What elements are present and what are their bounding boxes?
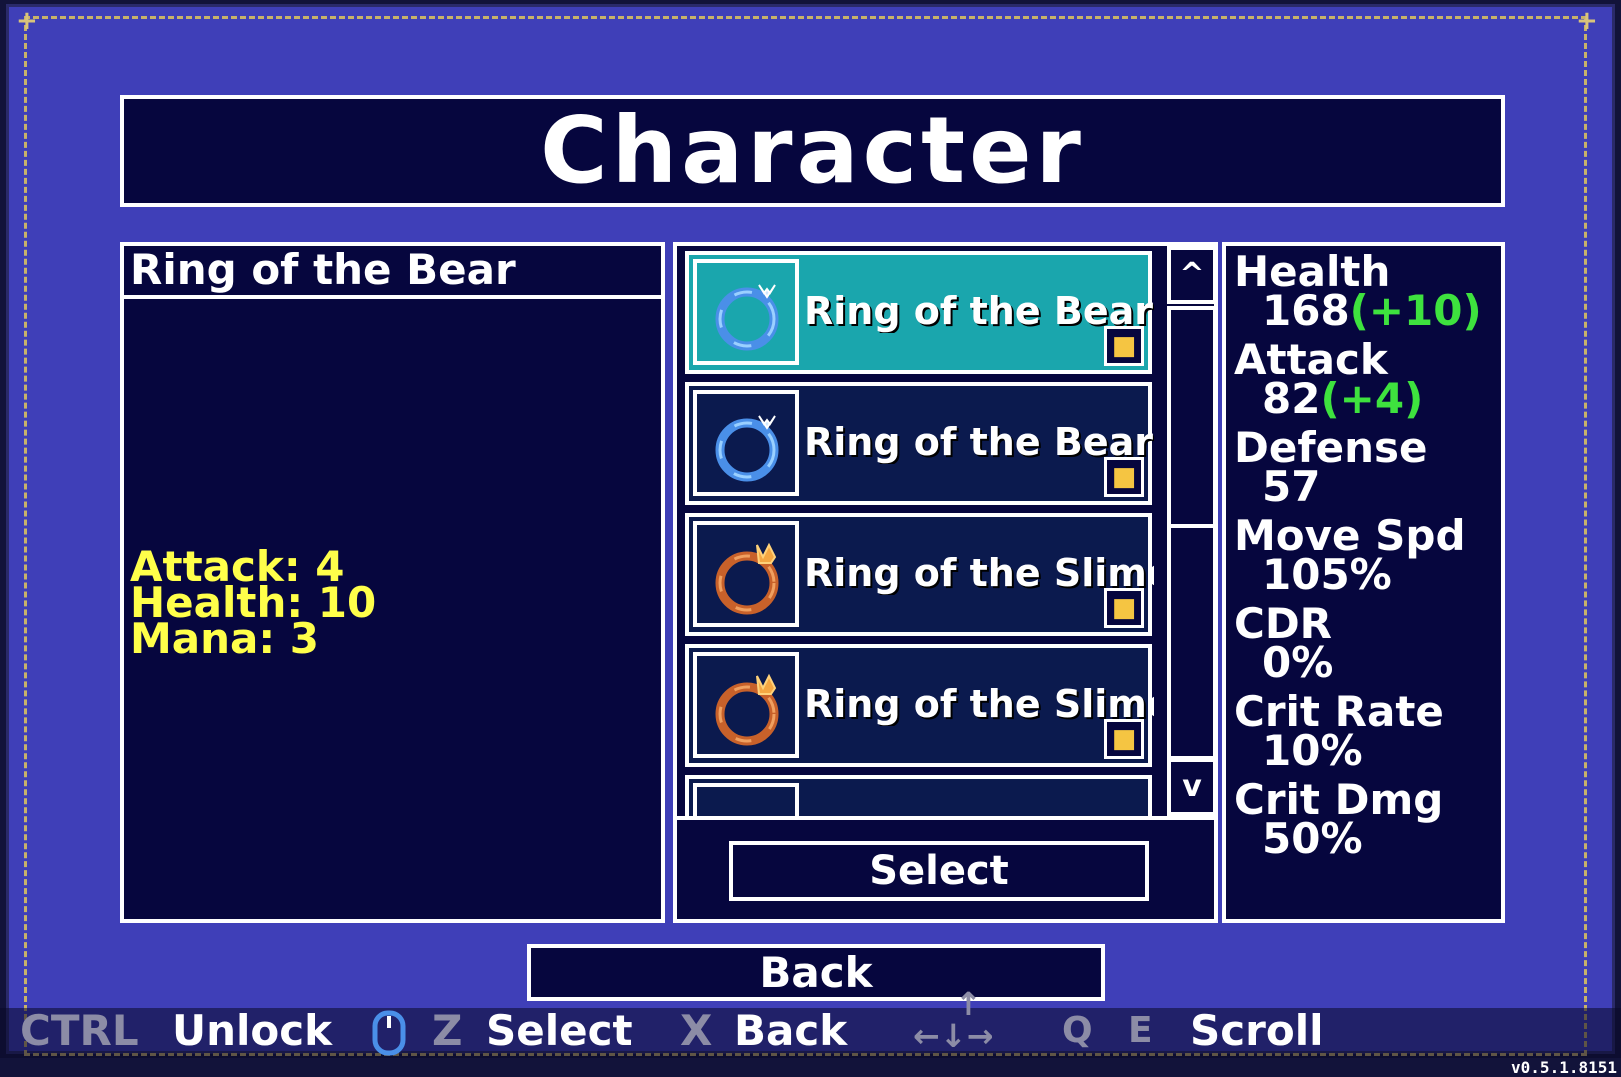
scroll-down-button[interactable]: v	[1167, 758, 1217, 816]
inventory-item[interactable]: Ring of the Slime King ■	[685, 644, 1154, 767]
stat-defense: Defense 57	[1234, 427, 1501, 511]
stat-crit-rate: Crit Rate 10%	[1234, 691, 1501, 775]
lock-icon: ■	[1104, 326, 1144, 366]
character-stats-panel: Health 168(+10) Attack 82(+4) Defense 57…	[1222, 242, 1505, 923]
stat-value: 105%	[1262, 550, 1392, 599]
inventory-item[interactable]: Ring of the Bear ■	[685, 382, 1153, 505]
hint-back: Back	[734, 1006, 848, 1055]
item-name: Ring of the Slime King	[804, 682, 1154, 726]
corner-ornament: +	[16, 6, 38, 36]
stat-value: 168(+10)	[1262, 286, 1482, 335]
stat-value: 10%	[1262, 726, 1363, 775]
item-name: Ring of the Bear	[804, 289, 1153, 333]
stat-value: 0%	[1262, 638, 1334, 687]
lock-icon: ■	[1104, 588, 1144, 628]
select-button[interactable]: Select	[729, 841, 1149, 901]
blue-ring-icon	[693, 390, 799, 496]
stat-bonus: (+4)	[1320, 374, 1424, 423]
inventory-list[interactable]: Ring of the Bear ■ Ring of the Bear ■ Ri…	[677, 246, 1157, 816]
hint-select: Select	[486, 1006, 633, 1055]
item-name: Ring of the Slime King	[804, 551, 1154, 595]
page-title: Character	[540, 97, 1085, 204]
mouse-icon	[372, 1010, 406, 1068]
hint-key-x: X	[680, 1006, 713, 1055]
hint-unlock: Unlock	[172, 1006, 333, 1055]
item-stat-list: Attack: 4 Health: 10 Mana: 3	[130, 546, 376, 660]
lock-icon: ■	[1104, 457, 1144, 497]
stat-value: 82(+4)	[1262, 374, 1424, 423]
corner-ornament: +	[1576, 6, 1598, 36]
hint-key-ctrl: CTRL	[20, 1006, 139, 1055]
item-detail-title: Ring of the Bear	[130, 245, 516, 294]
hint-scroll: Scroll	[1190, 1006, 1324, 1055]
stat-value: 50%	[1262, 814, 1363, 863]
hint-key-q: Q	[1062, 1010, 1093, 1051]
lock-icon: ■	[1104, 719, 1144, 759]
hint-key-e: E	[1128, 1010, 1153, 1051]
stat-value: 57	[1262, 462, 1321, 511]
stat-bonus: (+10)	[1349, 286, 1482, 335]
back-button[interactable]: Back	[527, 944, 1105, 1001]
stat-move-speed: Move Spd 105%	[1234, 515, 1501, 599]
item-name: Ring of the Bear	[804, 420, 1153, 464]
stat-attack: Attack 82(+4)	[1234, 339, 1501, 423]
scroll-up-button[interactable]: ^	[1167, 246, 1217, 304]
inventory-item[interactable]: Ring of the Slime King ■	[685, 513, 1154, 636]
inventory-list-panel: Ring of the Bear ■ Ring of the Bear ■ Ri…	[673, 242, 1218, 923]
scrollbar[interactable]	[1167, 306, 1217, 760]
hint-key-z: Z	[432, 1006, 463, 1055]
item-detail-header: Ring of the Bear	[120, 242, 665, 299]
inventory-item-partial[interactable]	[685, 775, 1152, 816]
arrow-up-icon: ↑	[955, 985, 982, 1023]
version-label: v0.5.1.8151	[1511, 1058, 1617, 1077]
title-panel: Character	[120, 95, 1505, 207]
divider	[677, 816, 1214, 820]
stat-cdr: CDR 0%	[1234, 603, 1501, 687]
item-detail-panel: Attack: 4 Health: 10 Mana: 3	[120, 295, 665, 923]
orange-ring-icon	[693, 521, 799, 627]
blue-ring-icon	[693, 259, 799, 365]
item-slot-icon	[693, 783, 799, 816]
stat-crit-damage: Crit Dmg 50%	[1234, 779, 1501, 863]
orange-ring-icon	[693, 652, 799, 758]
stat-health: Health 168(+10)	[1234, 251, 1501, 335]
scrollbar-thumb[interactable]	[1171, 310, 1213, 528]
inventory-item[interactable]: Ring of the Bear ■	[685, 251, 1153, 374]
